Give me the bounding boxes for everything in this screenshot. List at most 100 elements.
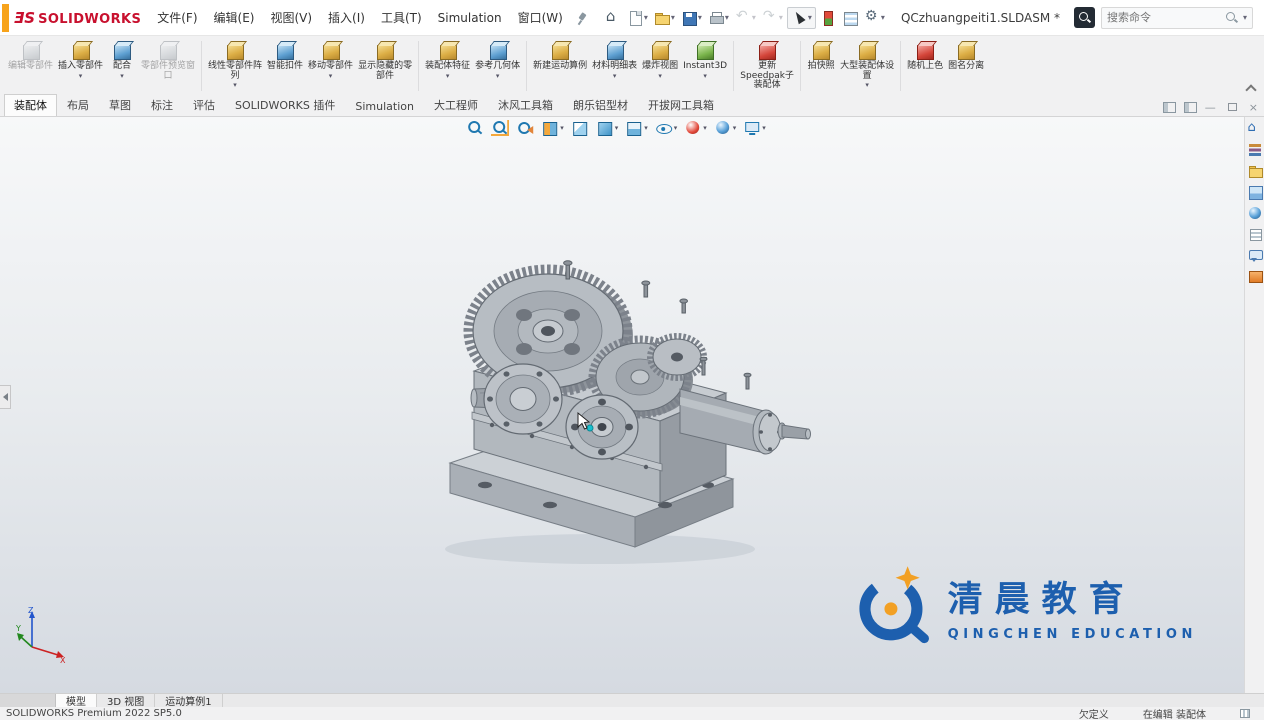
feature-tree-flyout-button[interactable] (0, 385, 11, 409)
custom-properties-status-icon[interactable] (1240, 709, 1250, 718)
ribbon-mate-button[interactable]: 配合 ▾ (106, 39, 138, 97)
menu-tools[interactable]: 工具(T) (373, 6, 430, 29)
ribbon-bill-of-materials-button[interactable]: 材料明细表 ▾ (590, 39, 639, 97)
apply-scene-button[interactable]: ▾ (714, 120, 736, 136)
command-search-button[interactable] (1074, 7, 1095, 28)
rebuild-button[interactable] (818, 8, 838, 28)
previous-view-button[interactable] (516, 120, 534, 136)
doc-minimize-button[interactable]: — (1205, 101, 1216, 114)
tab-mufeng-toolbox[interactable]: 沐风工具箱 (488, 94, 563, 116)
menu-file[interactable]: 文件(F) (149, 6, 205, 29)
solidworks-logo: ƎS SOLIDWORKS (12, 9, 149, 27)
file-explorer-icon[interactable] (1248, 164, 1263, 178)
ribbon-random-color-button[interactable]: 随机上色 (905, 39, 945, 97)
document-title: QCzhuangpeiti1.SLDASM * (900, 10, 1060, 25)
tab-layout[interactable]: 布局 (57, 94, 99, 116)
tab-scroll-area[interactable] (0, 694, 56, 707)
ribbon-large-assembly-settings-button[interactable]: 大型装配体设置 ▾ (838, 39, 896, 97)
graphics-viewport[interactable]: ▾ ▾ ▾ ▾ ▾ ▾ ▾ 清晨教育 QINGCHEN EDUCATION Z … (0, 117, 1244, 693)
hide-show-items-button[interactable]: ▾ (655, 120, 677, 136)
view-orientation-button[interactable]: ▾ (596, 120, 618, 136)
zoom-area-button[interactable] (491, 120, 509, 136)
ribbon-new-motion-study-button[interactable]: 新建运动算例 (531, 39, 589, 97)
display-style-button[interactable]: ▾ (625, 120, 648, 136)
solidworks-resources-icon[interactable] (1248, 120, 1262, 136)
ribbon-edit-component-button[interactable]: 编辑零部件 (6, 39, 55, 97)
chevron-down-icon: ▾ (560, 124, 564, 132)
search-input[interactable] (1107, 11, 1221, 24)
tab-sketch[interactable]: 草图 (99, 94, 141, 116)
solidworks-forum-icon[interactable] (1248, 248, 1263, 262)
appearances-scenes-icon[interactable] (1248, 206, 1262, 220)
center-bearing-cap[interactable] (565, 394, 639, 460)
chevron-down-icon[interactable]: ▾ (1243, 13, 1247, 22)
doc-close-button[interactable]: × (1249, 101, 1258, 114)
ribbon-collapse-button[interactable] (1246, 83, 1256, 93)
tab-model[interactable]: 模型 (56, 694, 97, 708)
undo-button[interactable]: ▾ (733, 8, 758, 28)
annotation-views-button[interactable] (571, 120, 589, 136)
panel-layout-icon[interactable] (1183, 101, 1197, 113)
ribbon-linear-pattern-button[interactable]: 线性零部件阵列 ▾ (206, 39, 264, 97)
chevron-down-icon: ▾ (697, 13, 702, 22)
watermark-text: 清晨教育 QINGCHEN EDUCATION (948, 571, 1197, 642)
save-button[interactable]: ▾ (679, 8, 704, 28)
tab-dagongchengshi[interactable]: 大工程师 (424, 94, 488, 116)
ribbon-button-label: 图名分离 (948, 61, 985, 71)
menu-window[interactable]: 窗口(W) (510, 6, 571, 29)
chevron-down-icon: ▾ (643, 13, 648, 22)
tab-langle-profile[interactable]: 朗乐铝型材 (563, 94, 638, 116)
print-button[interactable]: ▾ (706, 8, 731, 28)
tab-addins[interactable]: SOLIDWORKS 插件 (225, 94, 345, 116)
zoom-fit-button[interactable] (466, 120, 484, 136)
view-palette-icon[interactable] (1248, 185, 1263, 200)
ribbon-separate-button[interactable]: 图名分离 (946, 39, 986, 97)
design-library-icon[interactable] (1248, 143, 1262, 157)
tab-3d-views[interactable]: 3D 视图 (97, 694, 156, 708)
menu-insert[interactable]: 插入(I) (320, 6, 373, 29)
menu-view[interactable]: 视图(V) (262, 6, 320, 29)
ribbon-instant3d-button[interactable]: Instant3D ▾ (681, 39, 729, 97)
instant3d-icon (694, 40, 716, 60)
ribbon-insert-components-button[interactable]: 插入零部件 ▾ (56, 39, 105, 97)
open-button[interactable]: ▾ (652, 8, 677, 28)
redo-button[interactable]: ▾ (760, 8, 785, 28)
insert-components-icon (70, 40, 92, 60)
selection-filter-button[interactable] (840, 8, 860, 28)
ribbon-smart-fasteners-button[interactable]: 智能扣件 (265, 39, 305, 97)
ribbon-show-hidden-components-button[interactable]: 显示隐藏的零部件 (356, 39, 414, 97)
view-settings-button[interactable]: ▾ (743, 120, 766, 136)
pin-menu-icon[interactable] (575, 11, 589, 25)
new-document-button[interactable]: ▾ (625, 8, 650, 28)
left-bearing-cap[interactable] (483, 363, 563, 435)
tab-kaiba-toolbox[interactable]: 开拔网工具箱 (638, 94, 724, 116)
ribbon-exploded-view-button[interactable]: 爆炸视图 ▾ (640, 39, 680, 97)
chevron-down-icon: ▾ (751, 13, 756, 22)
task-pane (1244, 117, 1264, 693)
gearbox-assembly-model[interactable] (430, 257, 830, 667)
ribbon-move-component-button[interactable]: 移动零部件 ▾ (306, 39, 355, 97)
edit-appearance-button[interactable]: ▾ (684, 120, 707, 136)
xpress-products-icon[interactable] (1248, 269, 1263, 283)
tab-motion-study-1[interactable]: 运动算例1 (155, 694, 223, 708)
ribbon-assembly-features-button[interactable]: 装配体特征 ▾ (423, 39, 472, 97)
doc-restore-button[interactable] (1227, 103, 1237, 111)
home-button[interactable] (603, 7, 623, 28)
menu-edit[interactable]: 编辑(E) (206, 6, 263, 29)
tab-evaluate[interactable]: 评估 (183, 94, 225, 116)
menu-simulation[interactable]: Simulation (430, 8, 510, 28)
section-view-button[interactable]: ▾ (541, 120, 564, 136)
tab-simulation[interactable]: Simulation (345, 97, 424, 116)
panel-layout-icon[interactable] (1162, 101, 1176, 113)
ribbon-component-preview-button[interactable]: 零部件预览窗口 (139, 39, 197, 97)
chevron-down-icon: ▾ (120, 71, 124, 80)
watermark: 清晨教育 QINGCHEN EDUCATION (852, 549, 1197, 664)
tab-assembly[interactable]: 装配体 (4, 94, 57, 116)
custom-properties-icon[interactable] (1248, 227, 1262, 241)
ribbon-reference-geometry-button[interactable]: 参考几何体 ▾ (473, 39, 522, 97)
options-button[interactable]: ▾ (862, 8, 887, 28)
ribbon-update-speedpak-button[interactable]: 更新Speedpak子装配体 (738, 39, 796, 97)
select-tool-button[interactable]: ▾ (786, 6, 816, 29)
tab-markup[interactable]: 标注 (141, 94, 183, 116)
ribbon-take-snapshot-button[interactable]: 拍快照 (805, 39, 837, 97)
